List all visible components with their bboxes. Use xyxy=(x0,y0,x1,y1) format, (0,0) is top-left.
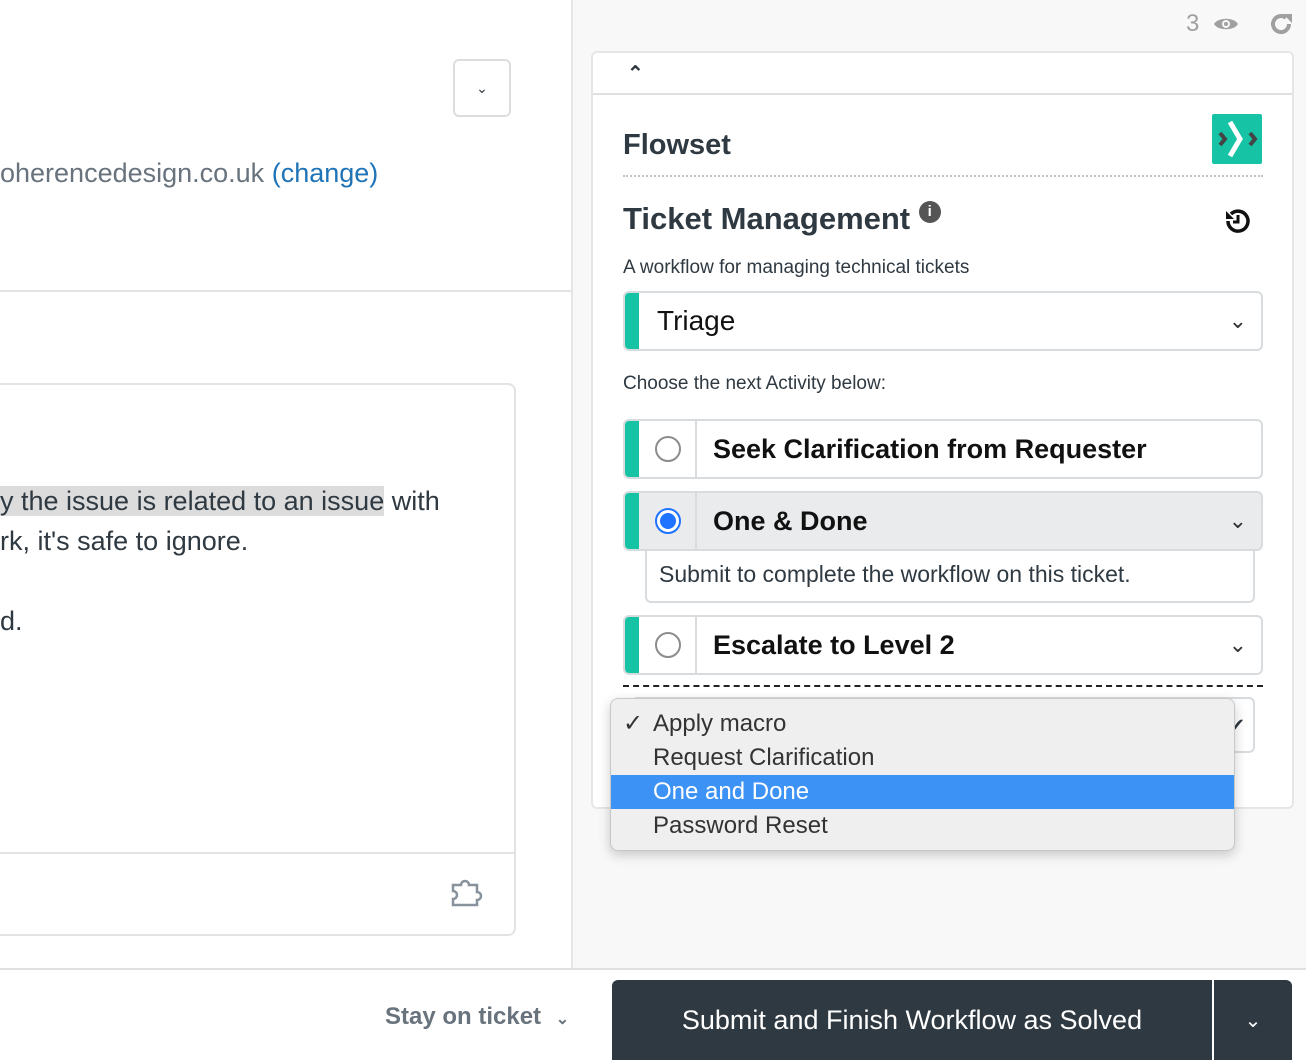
activity-label: Escalate to Level 2 xyxy=(713,629,955,660)
divider xyxy=(623,685,1263,687)
workflow-title-text: Ticket Management xyxy=(623,201,911,236)
chevron-down-icon: ⌄ xyxy=(555,1011,570,1028)
viewer-count: 3 xyxy=(1186,10,1200,37)
activity-label: One & Done xyxy=(713,505,868,536)
chevron-down-icon[interactable]: ⌄ xyxy=(1229,632,1247,658)
eye-icon xyxy=(1214,18,1239,30)
accent-bar xyxy=(625,493,639,549)
divider xyxy=(0,852,515,854)
radio-button-checked[interactable] xyxy=(655,508,681,534)
text: with xyxy=(384,486,440,516)
chevron-down-icon: ⌄ xyxy=(1228,308,1247,333)
panel-header: ⌃ xyxy=(593,53,1292,95)
menu-item-one-and-done[interactable]: One and Done xyxy=(611,775,1234,809)
stage-value: Triage xyxy=(657,305,736,336)
radio-button[interactable] xyxy=(655,632,681,658)
menu-item-label: Password Reset xyxy=(653,812,828,839)
comment-line: rk, it's safe to ignore. xyxy=(0,526,248,557)
comment-line: y the issue is related to an issue with xyxy=(0,486,440,517)
submit-button-group: Submit and Finish Workflow as Solved ⌄ xyxy=(612,980,1292,1060)
accent-bar xyxy=(625,617,639,673)
options-dropdown-button[interactable]: ⌄ xyxy=(453,59,511,117)
change-link[interactable]: (change) xyxy=(272,158,379,188)
divider xyxy=(623,175,1263,177)
checkmark-icon: ✓ xyxy=(623,710,644,737)
activity-description: Submit to complete the workflow on this … xyxy=(645,549,1255,603)
ticket-conversation-pane: ⌄ oherencedesign.co.uk (change) y the is… xyxy=(0,0,573,968)
text: d. xyxy=(0,606,23,636)
divider xyxy=(0,290,572,292)
separator xyxy=(695,493,697,549)
menu-item-label: Apply macro xyxy=(653,710,787,737)
activity-option[interactable]: Seek Clarification from Requester xyxy=(623,419,1263,479)
separator xyxy=(695,617,697,673)
requester-email: oherencedesign.co.uk (change) xyxy=(0,158,379,188)
stay-on-ticket-dropdown[interactable]: Stay on ticket ⌄ xyxy=(385,1003,569,1031)
accent-bar xyxy=(625,421,639,477)
app-toolbar: 3 xyxy=(1186,10,1293,38)
activity-option-selected[interactable]: One & Done ⌄ xyxy=(623,491,1263,551)
menu-item-label: Request Clarification xyxy=(653,744,875,771)
refresh-icon[interactable] xyxy=(1269,12,1293,36)
chevron-down-icon: ⌄ xyxy=(476,79,488,96)
workflow-description: A workflow for managing technical ticket… xyxy=(623,257,970,278)
flowset-panel: ⌃ Flowset Ticket Management i A workflow… xyxy=(591,51,1294,809)
menu-item-apply-macro[interactable]: ✓ Apply macro xyxy=(611,707,1234,741)
menu-item-label: One and Done xyxy=(653,778,810,805)
stay-label: Stay on ticket xyxy=(385,1003,542,1030)
macro-dropdown-menu: ✓ Apply macro Request Clarification One a… xyxy=(610,698,1235,851)
history-icon[interactable] xyxy=(1223,206,1253,241)
submit-options-chevron-icon[interactable]: ⌄ xyxy=(1214,1008,1292,1033)
chevron-down-icon[interactable]: ⌄ xyxy=(1229,508,1247,534)
choose-activity-label: Choose the next Activity below: xyxy=(623,373,886,394)
separator xyxy=(695,421,697,477)
menu-item-request-clarification[interactable]: Request Clarification xyxy=(611,741,1234,775)
flowset-logo xyxy=(1212,114,1262,164)
radio-button[interactable] xyxy=(655,436,681,462)
text: rk, it's safe to ignore. xyxy=(0,526,249,556)
activity-label: Seek Clarification from Requester xyxy=(713,433,1147,464)
collapse-chevron-up-icon[interactable]: ⌃ xyxy=(627,61,644,86)
brand-title: Flowset xyxy=(623,129,731,161)
stage-select[interactable]: Triage ⌄ xyxy=(623,291,1263,351)
highlighted-text: y the issue is related to an issue xyxy=(0,486,385,516)
puzzle-icon[interactable] xyxy=(450,877,484,912)
comment-line: d. xyxy=(0,606,23,637)
info-icon[interactable]: i xyxy=(918,201,941,223)
accent-bar xyxy=(625,293,639,349)
workflow-title: Ticket Management i xyxy=(623,201,941,237)
menu-item-password-reset[interactable]: Password Reset xyxy=(611,809,1234,843)
activity-option[interactable]: Escalate to Level 2 ⌄ xyxy=(623,615,1263,675)
submit-button[interactable]: Submit and Finish Workflow as Solved xyxy=(612,1005,1212,1036)
